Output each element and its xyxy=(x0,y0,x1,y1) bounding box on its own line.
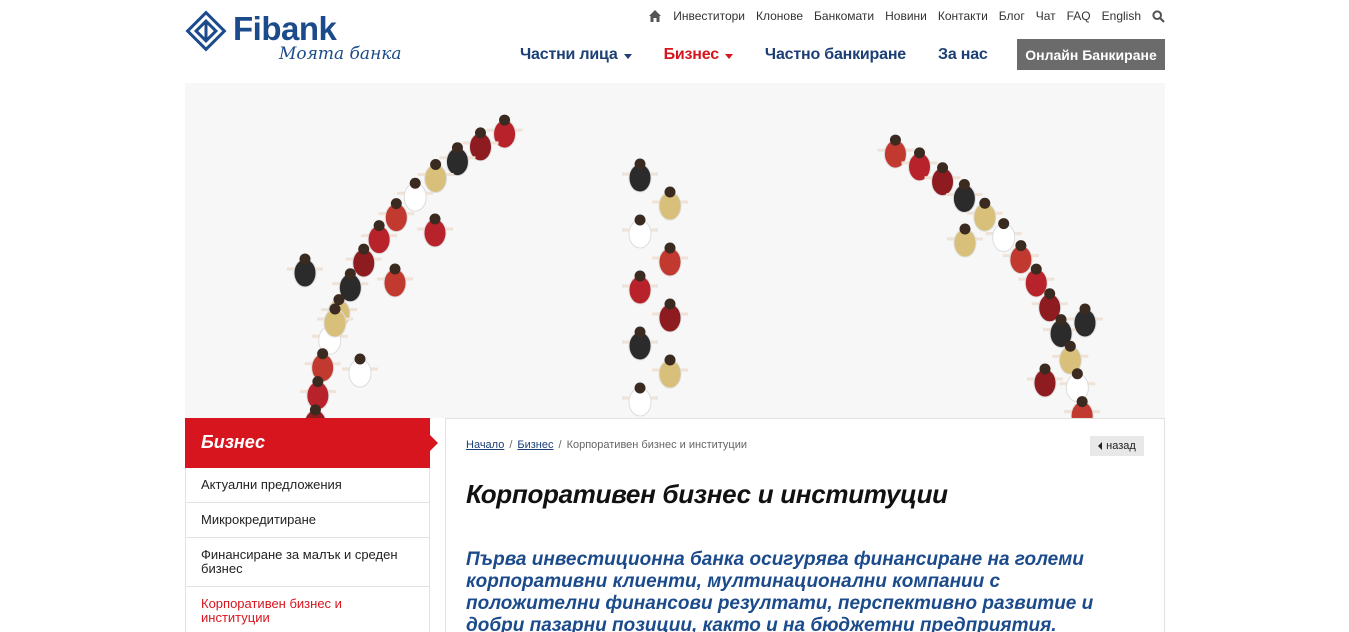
breadcrumb-separator: / xyxy=(558,439,562,451)
sidebar-item-sme-financing[interactable]: Финансиране за малък и среден бизнес xyxy=(185,538,430,587)
caret-left-icon xyxy=(1098,442,1103,450)
nav-investors[interactable]: Инвеститори xyxy=(673,9,745,23)
menu-label: Бизнес xyxy=(663,46,720,63)
breadcrumb-business-link[interactable]: Бизнес xyxy=(517,439,553,451)
chevron-down-icon xyxy=(724,53,733,59)
menu-about-us[interactable]: За нас xyxy=(938,46,988,64)
sidebar-item-microcredit[interactable]: Микрокредитиране xyxy=(185,503,430,538)
main-nav: Частни лица Бизнес Частно банкиране За н… xyxy=(520,40,1020,70)
nav-english[interactable]: English xyxy=(1102,9,1141,23)
utility-nav: Инвеститори Клонове Банкомати Новини Кон… xyxy=(648,9,1165,23)
nav-chat[interactable]: Чат xyxy=(1036,9,1056,23)
lead-paragraph: Първа инвестиционна банка осигурява фина… xyxy=(466,549,1094,632)
menu-label: За нас xyxy=(938,46,988,63)
hero-image xyxy=(185,83,1165,418)
logo-tagline: Моята банка xyxy=(279,44,402,64)
sidebar: Бизнес Актуални предложения Микрокредити… xyxy=(185,418,438,632)
search-icon[interactable] xyxy=(1152,9,1165,23)
nav-atms[interactable]: Банкомати xyxy=(814,9,874,23)
menu-label: Частно банкиране xyxy=(764,46,906,63)
menu-private-banking[interactable]: Частно банкиране xyxy=(765,46,906,64)
online-banking-button[interactable]: Онлайн Банкиране xyxy=(1017,39,1165,70)
menu-label: Частни лица xyxy=(520,46,618,63)
nav-blog[interactable]: Блог xyxy=(999,9,1025,23)
logo-wordmark: Fibank xyxy=(233,10,337,47)
nav-contacts[interactable]: Контакти xyxy=(938,9,988,23)
fibank-logo[interactable]: Fibank Моята банка xyxy=(185,8,425,68)
sidebar-item-current-offers[interactable]: Актуални предложения xyxy=(185,468,430,503)
hero-folk-dancers-illustration xyxy=(185,83,1165,418)
main-content: Начало / Бизнес / Корпоративен бизнес и инст… xyxy=(445,418,1165,632)
breadcrumb-home-link[interactable]: Начало xyxy=(466,439,504,451)
page-title: Корпоративен бизнес и институции xyxy=(466,479,948,509)
menu-business[interactable]: Бизнес xyxy=(664,46,733,64)
nav-faq[interactable]: FAQ xyxy=(1067,9,1091,23)
page: Fibank Моята банка Инвеститори Клонове Б… xyxy=(0,0,1349,632)
breadcrumb: Начало / Бизнес / Корпоративен бизнес и инст… xyxy=(466,439,747,451)
nav-branches[interactable]: Клонове xyxy=(756,9,803,23)
back-label: назад xyxy=(1106,440,1136,452)
nav-news[interactable]: Новини xyxy=(885,9,927,23)
chevron-down-icon xyxy=(623,53,632,59)
breadcrumb-separator: / xyxy=(509,439,513,451)
menu-private-clients[interactable]: Частни лица xyxy=(520,46,632,64)
home-icon[interactable] xyxy=(648,9,662,23)
sidebar-title: Бизнес xyxy=(185,418,438,468)
sidebar-item-corporate[interactable]: Корпоративен бизнес и институции xyxy=(185,587,430,632)
back-button[interactable]: назад xyxy=(1090,436,1144,456)
fibank-diamond-icon xyxy=(185,10,227,52)
breadcrumb-current: Корпоративен бизнес и институции xyxy=(566,439,748,451)
